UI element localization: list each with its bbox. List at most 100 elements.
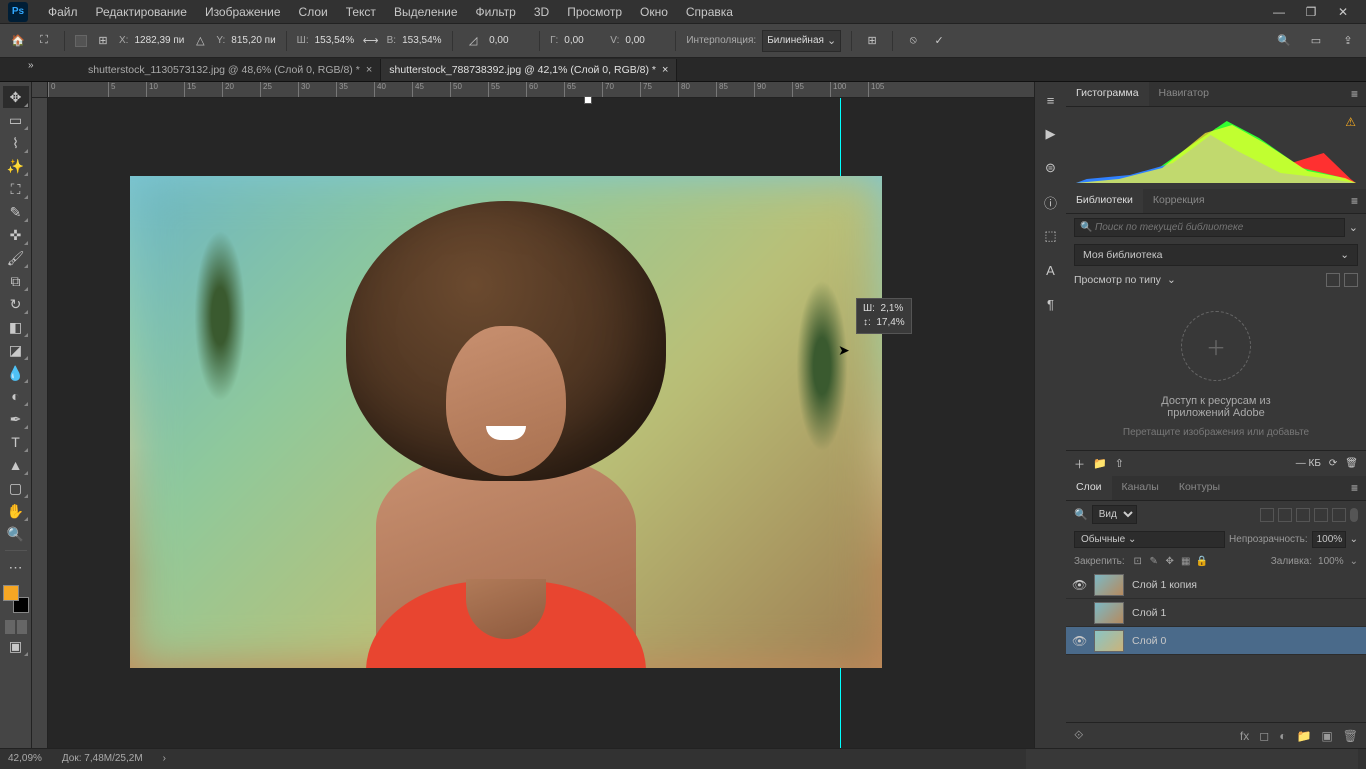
gradient-tool[interactable]: ◪ (3, 339, 29, 361)
folder-icon[interactable]: 📁 (1093, 457, 1107, 470)
magic-wand-tool[interactable]: ✨ (3, 155, 29, 177)
warp-icon[interactable]: ⊞ (862, 31, 882, 51)
zoom-tool[interactable]: 🔍 (3, 523, 29, 545)
lasso-tool[interactable]: ⌇ (3, 132, 29, 154)
eyedropper-tool[interactable]: ✎ (3, 201, 29, 223)
menu-layers[interactable]: Слои (291, 2, 336, 22)
delete-layer-icon[interactable]: 🗑 (1343, 729, 1358, 743)
edit-toolbar-icon[interactable]: ⋯ (3, 556, 29, 578)
filter-toggle[interactable] (1350, 508, 1358, 522)
tab-layers[interactable]: Слои (1066, 476, 1112, 500)
view-grid-icon[interactable] (1326, 273, 1340, 287)
fx-icon[interactable]: fx (1240, 729, 1249, 743)
histogram-warning-icon[interactable]: ⚠ (1345, 115, 1356, 129)
tab-navigator[interactable]: Навигатор (1149, 82, 1219, 106)
lock-artboard-icon[interactable]: ▦ (1179, 554, 1193, 568)
panel-menu-icon[interactable]: ≡ (1343, 476, 1366, 500)
layer-filter-kind[interactable]: Вид (1092, 505, 1137, 524)
clone-stamp-tool[interactable]: ⧉ (3, 270, 29, 292)
screen-mode-icon[interactable]: ▣ (3, 635, 29, 657)
home-icon[interactable]: 🏠 (8, 31, 28, 51)
mask-icon[interactable]: ◻ (1259, 729, 1269, 743)
lock-pixels-icon[interactable]: ✎ (1147, 554, 1161, 568)
layer-thumbnail[interactable] (1094, 574, 1124, 596)
swap-xy-icon[interactable]: △ (190, 31, 210, 51)
blur-tool[interactable]: 💧 (3, 362, 29, 384)
hskew-value[interactable]: 0,00 (564, 35, 604, 46)
search-dropdown-icon[interactable]: ⌄ (1349, 221, 1358, 234)
menu-help[interactable]: Справка (678, 2, 741, 22)
dock-char-icon[interactable]: A (1041, 260, 1061, 280)
menu-file[interactable]: Файл (40, 2, 86, 22)
view-list-icon[interactable] (1344, 273, 1358, 287)
visibility-icon[interactable]: 👁 (1072, 578, 1086, 592)
zoom-level[interactable]: 42,09% (8, 753, 42, 764)
dock-adjust-icon[interactable]: ⊜ (1041, 158, 1061, 178)
reference-point-icon[interactable] (75, 35, 87, 47)
new-layer-icon[interactable]: ▣ (1321, 729, 1332, 743)
link-wh-icon[interactable]: ⟷ (361, 31, 381, 51)
transform-handle-top[interactable] (584, 96, 592, 104)
vskew-value[interactable]: 0,00 (625, 35, 665, 46)
sync-icon[interactable]: ⟳ (1329, 458, 1337, 469)
filter-adjust-icon[interactable] (1278, 508, 1292, 522)
panel-menu-icon[interactable]: ≡ (1343, 189, 1366, 213)
eraser-tool[interactable]: ◧ (3, 316, 29, 338)
type-tool[interactable]: T (3, 431, 29, 453)
crop-tool[interactable]: ⛶ (3, 178, 29, 200)
dock-para-icon[interactable]: ¶ (1041, 294, 1061, 314)
filter-pixel-icon[interactable] (1260, 508, 1274, 522)
layer-thumbnail[interactable] (1094, 630, 1124, 652)
layer-row[interactable]: Слой 1 (1066, 599, 1366, 627)
quickmask-toggle[interactable] (5, 620, 27, 634)
hand-tool[interactable]: ✋ (3, 500, 29, 522)
filter-type-icon[interactable] (1296, 508, 1310, 522)
dock-styles-icon[interactable]: ⬚ (1041, 226, 1061, 246)
add-asset-icon[interactable]: ＋ (1074, 456, 1085, 472)
tab-channels[interactable]: Каналы (1112, 476, 1169, 500)
pen-tool[interactable]: ✒ (3, 408, 29, 430)
tab-histogram[interactable]: Гистограмма (1066, 82, 1149, 106)
adjustment-layer-icon[interactable]: ◐ (1279, 729, 1286, 743)
path-select-tool[interactable]: ▲ (3, 454, 29, 476)
dock-info-icon[interactable]: ⓘ (1041, 192, 1061, 212)
tab-libraries[interactable]: Библиотеки (1066, 189, 1143, 213)
healing-brush-tool[interactable]: ✜ (3, 224, 29, 246)
brush-tool[interactable]: 🖌 (3, 247, 29, 269)
search-icon[interactable]: 🔍 (1274, 31, 1294, 51)
toolbox-expand-icon[interactable]: » (28, 60, 34, 71)
menu-edit[interactable]: Редактирование (88, 2, 195, 22)
doc-size[interactable]: Док: 7,48M/25,2M (62, 753, 143, 764)
dock-play-icon[interactable]: ▶ (1041, 124, 1061, 144)
w-value[interactable]: 153,54% (315, 35, 355, 46)
menu-view[interactable]: Просмотр (559, 2, 630, 22)
h-value[interactable]: 153,54% (402, 35, 442, 46)
layer-name[interactable]: Слой 1 (1132, 607, 1166, 619)
panel-menu-icon[interactable]: ≡ (1343, 82, 1366, 106)
reference-grid-icon[interactable]: ⊞ (93, 31, 113, 51)
tab-correction[interactable]: Коррекция (1143, 189, 1215, 213)
close-icon[interactable]: ✕ (1336, 5, 1350, 19)
doc-tab-0[interactable]: shutterstock_1130573132.jpg @ 48,6% (Сло… (80, 59, 381, 81)
minimize-icon[interactable]: — (1272, 5, 1286, 19)
commit-transform-icon[interactable]: ✓ (929, 31, 949, 51)
canvas-image[interactable] (130, 176, 882, 668)
library-select[interactable]: Моя библиотека⌄ (1074, 244, 1358, 266)
ruler-origin[interactable] (32, 82, 48, 98)
trash-icon[interactable]: 🗑 (1345, 458, 1358, 469)
library-search-input[interactable] (1074, 218, 1345, 237)
doc-tab-1[interactable]: shutterstock_788738392.jpg @ 42,1% (Слой… (381, 59, 677, 81)
blend-mode-select[interactable]: Обычные ⌄ (1074, 531, 1225, 548)
y-value[interactable]: 815,20 пи (231, 35, 275, 46)
link-layers-icon[interactable]: ⟐ (1074, 728, 1083, 743)
layer-row[interactable]: 👁 Слой 0 (1066, 627, 1366, 655)
view-by-label[interactable]: Просмотр по типу (1074, 274, 1161, 286)
share-icon[interactable]: ⇪ (1338, 31, 1358, 51)
ruler-horizontal[interactable]: 0 5 10 15 20 25 30 35 40 45 50 55 60 65 … (48, 82, 1034, 98)
menu-image[interactable]: Изображение (197, 2, 289, 22)
menu-type[interactable]: Текст (338, 2, 384, 22)
arrange-icon[interactable]: ▭ (1306, 31, 1326, 51)
tab-paths[interactable]: Контуры (1169, 476, 1230, 500)
foreground-color-swatch[interactable] (3, 585, 19, 601)
layer-row[interactable]: 👁 Слой 1 копия (1066, 571, 1366, 599)
